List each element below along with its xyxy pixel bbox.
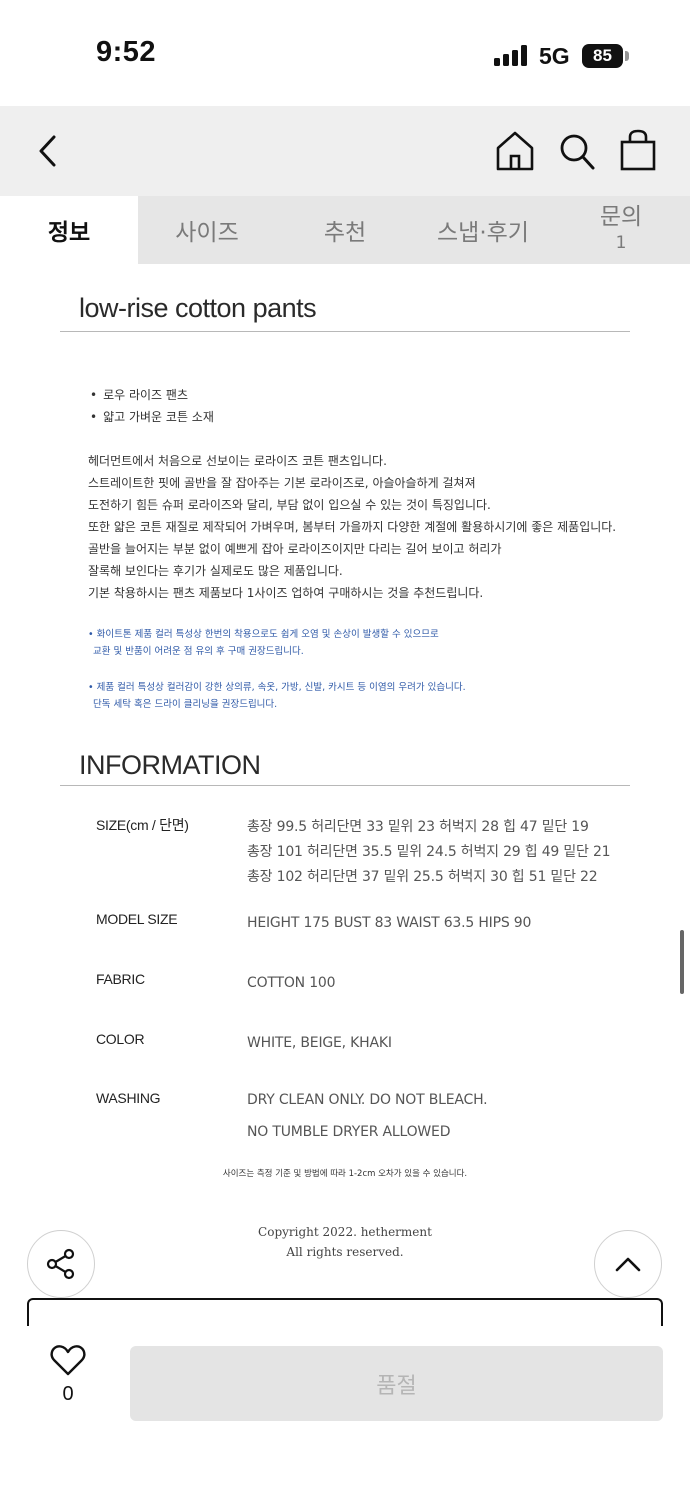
battery-icon: 85 — [582, 44, 623, 68]
notice-line: 단독 세탁 혹은 드라이 클리닝을 권장드립니다. — [93, 699, 278, 710]
description-line: 스트레이트한 핏에 골반을 잘 잡아주는 기본 로라이즈로, 아슬아슬하게 걸쳐… — [88, 476, 476, 490]
like-count: 0 — [62, 1383, 74, 1405]
info-value: DRY CLEAN ONLY. DO NOT BLEACH. NO TUMBLE… — [247, 1084, 488, 1148]
info-label: FABRIC — [96, 971, 145, 987]
heart-icon — [50, 1345, 86, 1376]
signal-icon — [494, 44, 528, 66]
notice-line: • 화이트톤 제품 컬러 특성상 한번의 착용으로도 쉽게 오염 및 손상이 발… — [88, 629, 439, 640]
product-description: 헤더먼트에서 처음으로 선보이는 로라이즈 코튼 팬츠입니다. 스트레이트한 핏… — [88, 450, 616, 604]
description-line: 도전하기 힘든 슈퍼 로라이즈와 달리, 부담 없이 입으실 수 있는 것이 특… — [88, 498, 491, 512]
tab-snap-review[interactable]: 스냅·후기 — [414, 196, 552, 264]
scroll-to-top-button[interactable] — [594, 1230, 662, 1298]
feature-item: 로우 라이즈 팬츠 — [90, 386, 214, 408]
feature-list: 로우 라이즈 팬츠 얇고 가벼운 코튼 소재 — [90, 386, 214, 430]
info-value: COTTON 100 — [247, 975, 336, 991]
shopping-bag-icon[interactable] — [619, 128, 657, 172]
like-button[interactable]: 0 — [40, 1344, 96, 1406]
info-label: SIZE(cm / 단면) — [96, 817, 189, 833]
info-label: MODEL SIZE — [96, 911, 178, 927]
share-button[interactable] — [27, 1230, 95, 1298]
chevron-up-icon — [615, 1257, 641, 1272]
care-notice: • 화이트톤 제품 컬러 특성상 한번의 착용으로도 쉽게 오염 및 손상이 발… — [88, 626, 439, 660]
info-value: HEIGHT 175 BUST 83 WAIST 63.5 HIPS 90 — [247, 915, 532, 931]
scrollbar[interactable] — [680, 930, 684, 994]
color-transfer-notice: • 제품 컬러 특성상 컬러감이 강한 상의류, 속옷, 가방, 신발, 카시트… — [88, 679, 466, 713]
info-label: WASHING — [96, 1090, 161, 1106]
size-line: 총장 101 허리단면 35.5 밑위 24.5 허벅지 29 힙 49 밑단 … — [247, 844, 611, 860]
info-label: COLOR — [96, 1031, 145, 1047]
tab-qna-count: 1 — [615, 233, 627, 253]
copyright: Copyright 2022. hetherment All rights re… — [0, 1222, 690, 1262]
battery-cap — [625, 51, 629, 61]
size-note: 사이즈는 측정 기준 및 방법에 따라 1-2cm 오차가 있을 수 있습니다. — [222, 1169, 468, 1179]
info-value: 총장 99.5 허리단면 33 밑위 23 허벅지 28 힙 47 밑단 19 … — [247, 815, 611, 890]
search-icon[interactable] — [558, 132, 596, 172]
product-tabs: 정보 사이즈 추천 스냅·후기 문의 1 — [0, 196, 690, 264]
tab-recommend[interactable]: 추천 — [276, 196, 414, 264]
network-label: 5G — [539, 43, 570, 69]
notice-line: 교환 및 반품이 어려운 점 유의 후 구매 권장드립니다. — [93, 646, 304, 657]
notice-line: • 제품 컬러 특성상 컬러감이 강한 상의류, 속옷, 가방, 신발, 카시트… — [88, 682, 466, 693]
tab-qna-label: 문의 — [599, 204, 643, 230]
soldout-button[interactable]: 품절 — [130, 1346, 663, 1421]
tab-qna[interactable]: 문의 1 — [552, 196, 690, 264]
share-icon — [46, 1248, 75, 1280]
tab-size[interactable]: 사이즈 — [138, 196, 276, 264]
top-navigation — [0, 106, 690, 196]
information-title: INFORMATION — [79, 750, 261, 780]
description-line: 골반을 늘어지는 부분 없이 예쁘게 잡아 로라이즈이지만 다리는 길어 보이고… — [88, 542, 502, 556]
description-line: 잘록해 보인다는 후기가 실제로도 많은 제품입니다. — [88, 564, 343, 578]
chevron-left-icon[interactable] — [36, 134, 64, 168]
copyright-line: All rights reserved. — [286, 1245, 404, 1259]
product-title: low-rise cotton pants — [79, 293, 317, 323]
title-divider — [60, 331, 630, 332]
bottom-action-bar: 0 품절 — [0, 1326, 690, 1500]
description-line: 헤더먼트에서 처음으로 선보이는 로라이즈 코튼 팬츠입니다. — [88, 454, 387, 468]
description-line: 기본 착용하시는 팬츠 제품보다 1사이즈 업하여 구매하시는 것을 추천드립니… — [88, 586, 484, 600]
info-value: WHITE, BEIGE, KHAKI — [247, 1035, 392, 1051]
status-bar: 9:52 5G 85 — [0, 0, 690, 106]
size-line: 총장 102 허리단면 37 밑위 25.5 허벅지 30 힙 51 밑단 22 — [247, 869, 598, 885]
tab-info[interactable]: 정보 — [0, 196, 138, 264]
size-line: 총장 99.5 허리단면 33 밑위 23 허벅지 28 힙 47 밑단 19 — [247, 819, 589, 835]
feature-item: 얇고 가벼운 코튼 소재 — [90, 408, 214, 430]
washing-line: DRY CLEAN ONLY. DO NOT BLEACH. — [247, 1092, 488, 1108]
information-divider — [60, 785, 630, 786]
description-line: 또한 얇은 코튼 재질로 제작되어 가벼우며, 봄부터 가을까지 다양한 계절에… — [88, 520, 617, 534]
home-icon[interactable] — [495, 130, 535, 172]
status-time: 9:52 — [96, 36, 157, 68]
copyright-line: Copyright 2022. hetherment — [258, 1225, 432, 1239]
washing-line: NO TUMBLE DRYER ALLOWED — [247, 1124, 451, 1140]
